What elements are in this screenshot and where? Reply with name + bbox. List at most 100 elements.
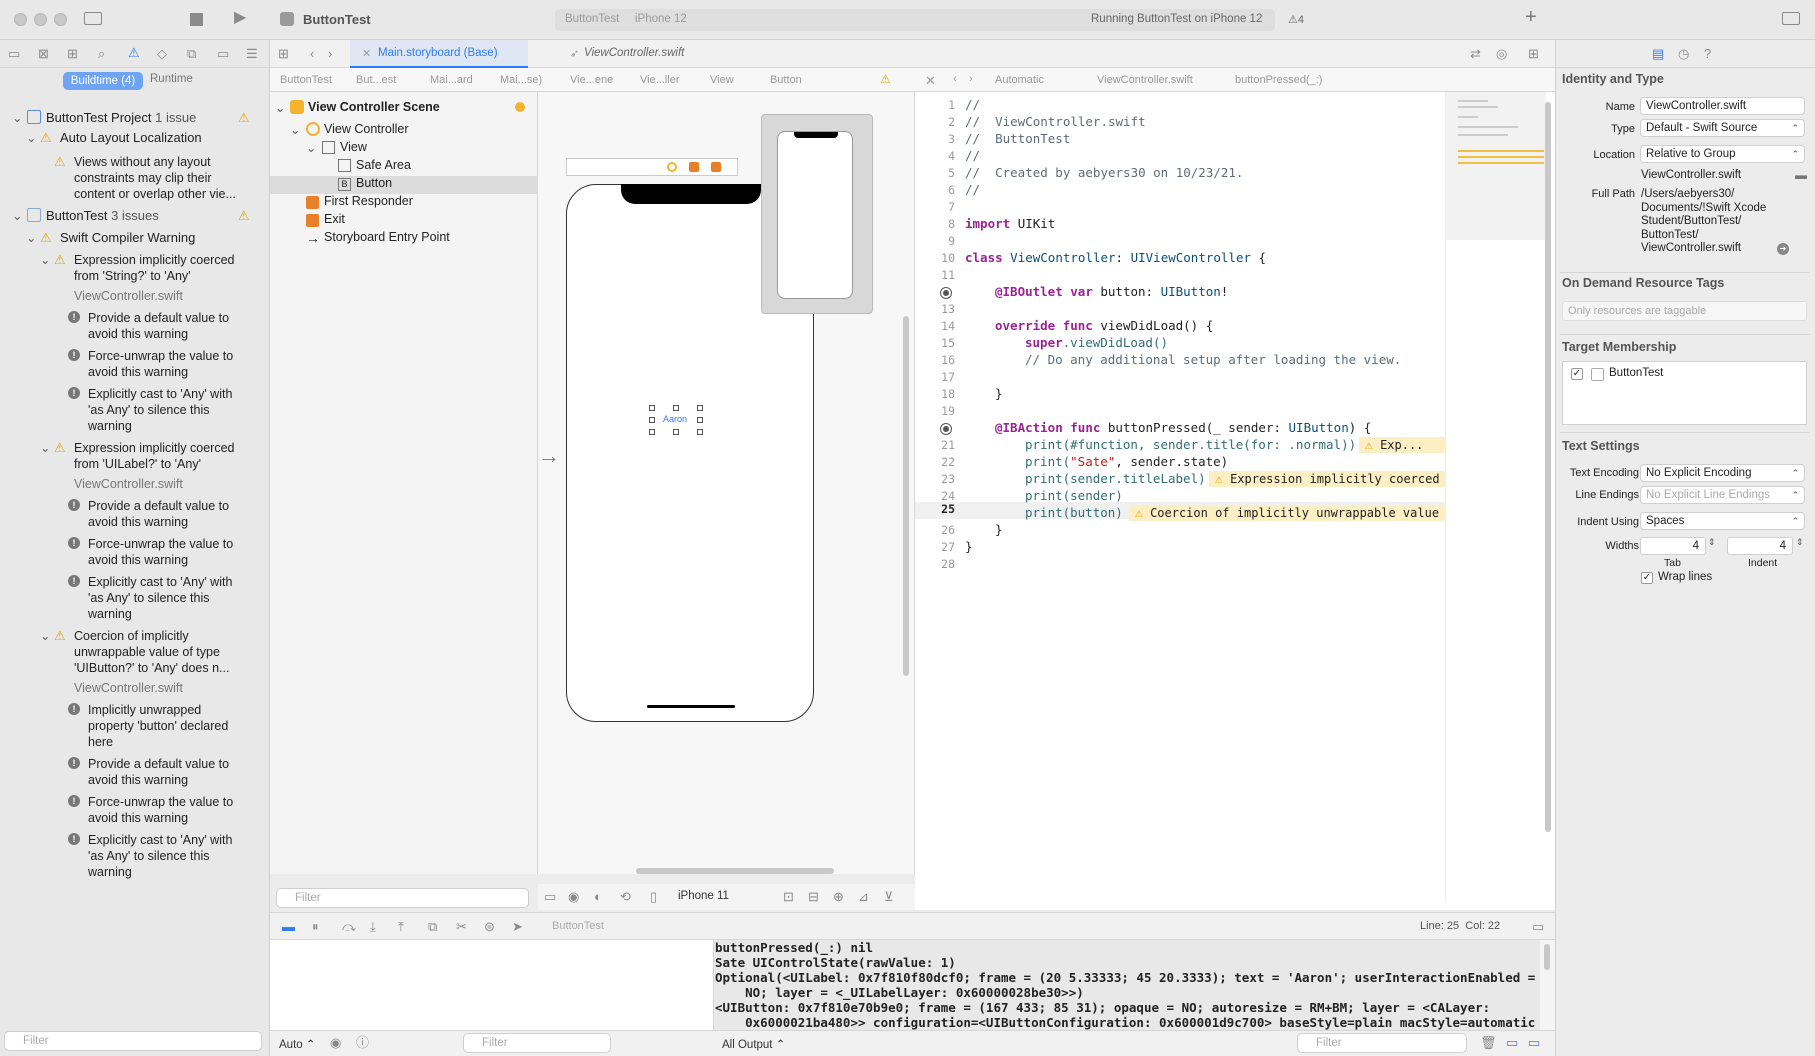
tab-viewcontroller-swift[interactable]: ➶ ViewController.swift — [558, 40, 738, 68]
orientation-icon[interactable]: ⟲ — [620, 889, 631, 905]
outline-filter[interactable]: Filter — [276, 888, 529, 908]
jump-item[interactable]: Mai...ard — [430, 74, 473, 86]
editor-options-icon[interactable]: ▭ — [1532, 919, 1544, 935]
show-variables-icon[interactable]: ▭ — [1506, 1035, 1518, 1051]
pause-icon[interactable]: ⏸ — [312, 919, 319, 935]
accessibility-icon[interactable]: ◉ — [568, 889, 579, 905]
fixit-note[interactable]: 'as Any' to silence this — [88, 402, 210, 418]
run-icon[interactable]: ▶ — [234, 10, 246, 26]
fixit-note[interactable]: Explicitly cast to 'Any' with — [88, 386, 232, 402]
reveal-in-finder-icon[interactable]: ➔ — [1777, 243, 1789, 255]
folder-icon[interactable]: ▬ — [1795, 168, 1807, 182]
auto-layout-group[interactable]: Auto Layout Localization — [60, 130, 202, 146]
variables-view[interactable] — [270, 940, 714, 1032]
step-over-icon[interactable]: ⤼ — [342, 919, 356, 935]
pin-icon[interactable]: ⊕ — [833, 889, 844, 905]
jump-item[interactable]: Mai...se) — [500, 74, 542, 86]
resize-handle[interactable] — [649, 429, 655, 435]
fixit-note[interactable]: Implicitly unwrapped — [88, 702, 201, 718]
test-icon[interactable]: ◇ — [157, 46, 167, 62]
related-items-icon[interactable]: ⊞ — [278, 46, 289, 62]
outline-safe-area[interactable]: Safe Area — [356, 158, 411, 172]
fixit-note[interactable]: Force-unwrap the value to — [88, 348, 233, 364]
add-button[interactable]: + — [1525, 6, 1537, 29]
fixit-note[interactable]: avoid this warning — [88, 326, 188, 342]
first-responder-icon[interactable] — [689, 162, 699, 172]
disclosure-icon[interactable]: ⌄ — [290, 122, 300, 137]
action-connection-icon[interactable] — [940, 423, 952, 435]
jump-item[interactable]: buttonPressed(_:) — [1235, 74, 1322, 86]
minimap-preview[interactable] — [761, 114, 873, 314]
fixit-note[interactable]: avoid this warning — [88, 514, 188, 530]
inline-warning[interactable]: ⚠ Coercion of implicitly unwrappable val… — [1129, 505, 1445, 521]
fixit-note[interactable]: Force-unwrap the value to — [88, 794, 233, 810]
fixit-note[interactable]: 'as Any' to silence this — [88, 848, 210, 864]
close-window-button[interactable] — [14, 13, 27, 26]
outline-view[interactable]: View — [340, 140, 367, 154]
assistant-icon[interactable]: ◎ — [1496, 46, 1507, 62]
outline-toggle-icon[interactable]: ▭ — [544, 889, 556, 905]
device-config[interactable]: iPhone 11 — [678, 890, 729, 902]
indent-using-popup[interactable]: Spaces ⌃ — [1640, 512, 1805, 530]
view-controller-icon[interactable] — [667, 162, 677, 172]
runtime-segment[interactable]: Runtime — [150, 73, 193, 85]
outline-entry-point[interactable]: Storyboard Entry Point — [324, 230, 450, 244]
device-icon[interactable]: ▯ — [650, 889, 657, 905]
issue-icon[interactable]: ⚠ — [128, 45, 140, 61]
embed-icon[interactable]: ⊻ — [884, 889, 894, 905]
help-icon[interactable]: ? — [1704, 46, 1711, 62]
fixit-note[interactable]: Explicitly cast to 'Any' with — [88, 574, 232, 590]
appearance-icon[interactable]: ◐ — [594, 889, 602, 905]
location-popup[interactable]: Relative to Group ⌃ — [1640, 145, 1805, 163]
jump-item[interactable]: Automatic — [995, 74, 1044, 86]
issue-title[interactable]: 'UIButton?' to 'Any' does n... — [74, 660, 229, 676]
outline-exit[interactable]: Exit — [324, 212, 345, 226]
issue-title[interactable]: Expression implicitly coerced — [74, 252, 234, 268]
navigator-toggle-icon[interactable] — [84, 12, 102, 25]
issue-title[interactable]: Expression implicitly coerced — [74, 440, 234, 456]
fixit-note[interactable]: property 'button' declared — [88, 718, 228, 734]
eye-icon[interactable]: ◉ — [330, 1035, 341, 1051]
disclosure-icon[interactable]: ⌄ — [26, 130, 36, 146]
resize-handle[interactable] — [697, 429, 703, 435]
issue-file[interactable]: ViewController.swift — [74, 476, 183, 492]
issue-title[interactable]: unwrappable value of type — [74, 644, 220, 660]
compiler-warning-group[interactable]: Swift Compiler Warning — [60, 230, 195, 246]
fixit-note[interactable]: Explicitly cast to 'Any' with — [88, 832, 232, 848]
align-icon[interactable]: ⊟ — [808, 889, 819, 905]
resize-handle[interactable] — [697, 417, 703, 423]
jump-item[interactable]: Vie...ller — [640, 74, 680, 86]
issue-title[interactable]: from 'String?' to 'Any' — [74, 268, 191, 284]
fixit-note[interactable]: warning — [88, 864, 132, 880]
inline-warning[interactable]: ⚠ Expression implicitly coerced f... — [1209, 471, 1445, 487]
report-icon[interactable]: ☰ — [246, 46, 258, 62]
target-checkbox[interactable]: ✓ — [1571, 368, 1583, 380]
source-control-icon[interactable]: ⊠ — [38, 46, 49, 62]
encoding-popup[interactable]: No Explicit Encoding ⌃ — [1640, 464, 1805, 482]
disclosure-icon[interactable]: ⌄ — [306, 140, 316, 155]
tab-main-storyboard[interactable]: ✕ Main.storyboard (Base) — [350, 40, 528, 68]
editor-scrollbar[interactable] — [1545, 102, 1551, 832]
tab-width-field[interactable]: 4 — [1640, 537, 1706, 555]
fixit-note[interactable]: Provide a default value to — [88, 310, 229, 326]
line-endings-popup[interactable]: No Explicit Line Endings ⌃ — [1640, 486, 1805, 504]
jump-item[interactable]: Button — [770, 74, 802, 86]
fixit-note[interactable]: warning — [88, 606, 132, 622]
fixit-note[interactable]: here — [88, 734, 113, 750]
navigator-filter[interactable]: Filter — [4, 1031, 262, 1051]
output-menu[interactable]: All Output ⌃ — [722, 1037, 785, 1051]
tab-width-stepper[interactable]: ⇕ — [1708, 537, 1716, 548]
jump-item[interactable]: ViewController.swift — [1097, 74, 1193, 86]
auto-layout-issue-line[interactable]: constraints may clip their — [74, 170, 212, 186]
issue-project[interactable]: ButtonTest Project 1 issue — [46, 110, 196, 126]
fixit-note[interactable]: Force-unwrap the value to — [88, 536, 233, 552]
odr-tags-field[interactable]: Only resources are taggable — [1562, 301, 1807, 321]
issue-target[interactable]: ButtonTest 3 issues — [46, 208, 159, 224]
issue-file[interactable]: ViewController.swift — [74, 288, 183, 304]
auto-layout-issue-line[interactable]: Views without any layout — [74, 154, 211, 170]
code-editor[interactable]: 1 2 3 4 5 6 7 8 9 10 11 12 13 14 15 16 1… — [915, 92, 1555, 910]
variables-filter[interactable]: Filter — [463, 1033, 611, 1053]
disclosure-icon[interactable]: ⌄ — [40, 440, 50, 456]
fixit-note[interactable]: warning — [88, 418, 132, 434]
auto-layout-issue-line[interactable]: content or overlap other vie... — [74, 186, 236, 202]
